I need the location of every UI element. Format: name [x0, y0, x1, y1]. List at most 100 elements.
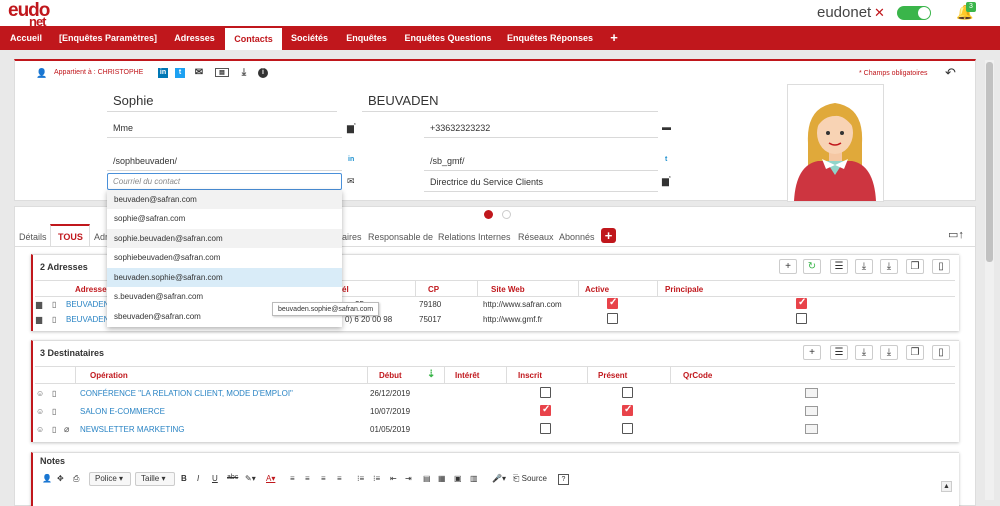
doc-destinataire-button[interactable]: ▯	[932, 345, 950, 360]
job-folder-icon[interactable]: ▆*	[662, 176, 671, 187]
nav-add-button[interactable]: +	[602, 26, 626, 50]
present-checkbox[interactable]	[622, 404, 633, 416]
twitter-field-icon[interactable]: t	[665, 156, 667, 163]
th-principale[interactable]: Principale	[665, 285, 703, 294]
font-select[interactable]: Police ▾	[89, 472, 131, 486]
present-checkbox[interactable]	[622, 387, 633, 398]
suggestion-item[interactable]: sophie@safran.com	[107, 209, 342, 228]
nav-adresses[interactable]: Adresses	[164, 26, 225, 50]
nav-enquetes-reponses[interactable]: Enquêtes Réponses	[500, 26, 600, 50]
tab-adresses[interactable]: Adr	[94, 232, 108, 242]
file-icon[interactable]: ▯	[52, 389, 56, 398]
nav-enquetes-questions[interactable]: Enquêtes Questions	[396, 26, 500, 50]
highlight-icon[interactable]: ✎▾	[245, 474, 256, 483]
file-icon[interactable]: ▯	[52, 425, 56, 434]
add-adresse-button[interactable]: +	[779, 259, 797, 274]
paperclip-icon[interactable]: ⌀	[64, 424, 69, 435]
numbered-list-icon[interactable]: ⁝≡	[357, 474, 364, 483]
help-icon[interactable]: ?	[558, 474, 569, 485]
export-adresse-button[interactable]: ⤓	[855, 259, 873, 274]
smiley-icon[interactable]: ☺	[36, 425, 44, 434]
principale-checkbox[interactable]	[796, 313, 807, 324]
adresse-web[interactable]: http://www.gmf.fr	[483, 315, 543, 324]
import-adresse-button[interactable]: ⤓	[880, 259, 898, 274]
folder-icon[interactable]: ▆*	[347, 123, 356, 134]
adresse-name[interactable]: BEUVADEN	[66, 300, 109, 309]
th-tel[interactable]: él	[342, 285, 349, 294]
app-logo[interactable]: eudo net	[8, 1, 50, 29]
suggestion-item[interactable]: beuvaden@safran.com	[107, 190, 342, 209]
image-insert-icon[interactable]: ▣	[454, 474, 462, 483]
th-qrcode[interactable]: QrCode	[683, 371, 712, 380]
active-checkbox[interactable]	[607, 297, 618, 309]
refresh-adresse-button[interactable]: ↻	[803, 259, 821, 274]
align-left-icon[interactable]: ≡	[290, 474, 295, 483]
file-icon[interactable]: ▯	[52, 315, 56, 324]
suggestion-item-hovered[interactable]: beuvaden.sophie@safran.com	[107, 268, 342, 287]
download-icon[interactable]: ⤓	[239, 68, 249, 78]
tab-details[interactable]: Détails	[19, 232, 47, 242]
linkedin-icon[interactable]: in	[158, 68, 168, 78]
underline-icon[interactable]: U	[212, 474, 218, 483]
justify-icon[interactable]: ≡	[337, 474, 342, 483]
active-checkbox[interactable]	[607, 313, 618, 324]
nav-accueil[interactable]: Accueil	[0, 26, 52, 50]
operation-name[interactable]: NEWSLETTER MARKETING	[80, 425, 184, 434]
adresse-web[interactable]: http://www.safran.com	[483, 300, 562, 309]
vcard-icon[interactable]: ▤	[215, 68, 229, 77]
inscrit-checkbox[interactable]	[540, 423, 551, 434]
tab-destinataires[interactable]: aires	[342, 232, 362, 242]
tab-relations-internes[interactable]: Relations Internes	[438, 232, 511, 242]
suggestion-item[interactable]: sophiebeuvaden@safran.com	[107, 248, 342, 267]
tab-tous[interactable]: TOUS	[58, 232, 83, 242]
folder-icon[interactable]: ▆	[36, 300, 42, 309]
image-icon[interactable]	[805, 388, 818, 398]
page-dot-active[interactable]	[484, 210, 493, 219]
suggestion-item[interactable]: sophie.beuvaden@safran.com	[107, 229, 342, 248]
sort-icon[interactable]: ⇣	[427, 369, 435, 380]
move-icon[interactable]: ✥	[57, 474, 64, 483]
undo-icon[interactable]: ↶	[945, 65, 956, 81]
tab-abonnes[interactable]: Abonnés	[559, 232, 595, 242]
email-field-icon[interactable]: ✉	[347, 176, 355, 187]
nav-enquetes-parametres[interactable]: [Enquêtes Paramètres]	[52, 26, 164, 50]
civility-field[interactable]: Mme	[107, 116, 342, 138]
linkedin-field[interactable]: /sophbeuvaden/	[107, 149, 342, 171]
twitter-icon[interactable]: t	[175, 68, 185, 78]
microphone-icon[interactable]: 🎤▾	[492, 474, 506, 483]
scroll-up-icon[interactable]: ▲	[941, 481, 952, 492]
owner-label[interactable]: Appartient à : CHRISTOPHE	[54, 69, 143, 76]
info-icon[interactable]: i	[258, 68, 268, 78]
page-scrollbar-thumb[interactable]	[986, 62, 993, 262]
present-checkbox[interactable]	[622, 423, 633, 434]
phone-field[interactable]: +33632323232	[424, 116, 658, 138]
operation-name[interactable]: CONFÉRENCE "LA RELATION CLIENT, MODE D'E…	[80, 389, 293, 398]
indent-icon[interactable]: ⇥	[405, 474, 412, 483]
contact-photo[interactable]	[787, 84, 884, 202]
th-active[interactable]: Active	[585, 285, 609, 294]
font-color-icon[interactable]: A▾	[266, 474, 275, 483]
nav-societes[interactable]: Sociétés	[282, 26, 337, 50]
last-name-field[interactable]: BEUVADEN	[362, 90, 658, 112]
email-input[interactable]	[107, 173, 342, 190]
filter-destinataire-button[interactable]: ☰	[830, 345, 848, 360]
linkedin-field-icon[interactable]: in	[348, 156, 354, 163]
smiley-icon[interactable]: ☺	[36, 407, 44, 416]
twitter-field[interactable]: /sb_gmf/	[424, 149, 658, 171]
italic-icon[interactable]: I	[197, 474, 199, 483]
tab-responsable-de[interactable]: Responsable de	[368, 232, 433, 242]
file-icon[interactable]: ▯	[52, 300, 56, 309]
copy-destinataire-button[interactable]: ❐	[906, 345, 924, 360]
operation-name[interactable]: SALON E-COMMERCE	[80, 407, 165, 416]
folder-icon[interactable]: ▆	[36, 315, 42, 324]
copy-adresse-button[interactable]: ❐	[906, 259, 924, 274]
principale-checkbox[interactable]	[796, 297, 807, 309]
th-present[interactable]: Présent	[598, 371, 627, 380]
bullet-list-icon[interactable]: ⁝≡	[373, 474, 380, 483]
th-cp[interactable]: CP	[428, 285, 439, 294]
job-title-field[interactable]: Directrice du Service Clients	[424, 170, 658, 192]
phone-icon[interactable]: ▬	[662, 122, 671, 132]
column-options-icon[interactable]: ▭↑	[948, 228, 964, 241]
th-interet[interactable]: Intérêt	[455, 371, 479, 380]
file-icon[interactable]: ▯	[52, 407, 56, 416]
